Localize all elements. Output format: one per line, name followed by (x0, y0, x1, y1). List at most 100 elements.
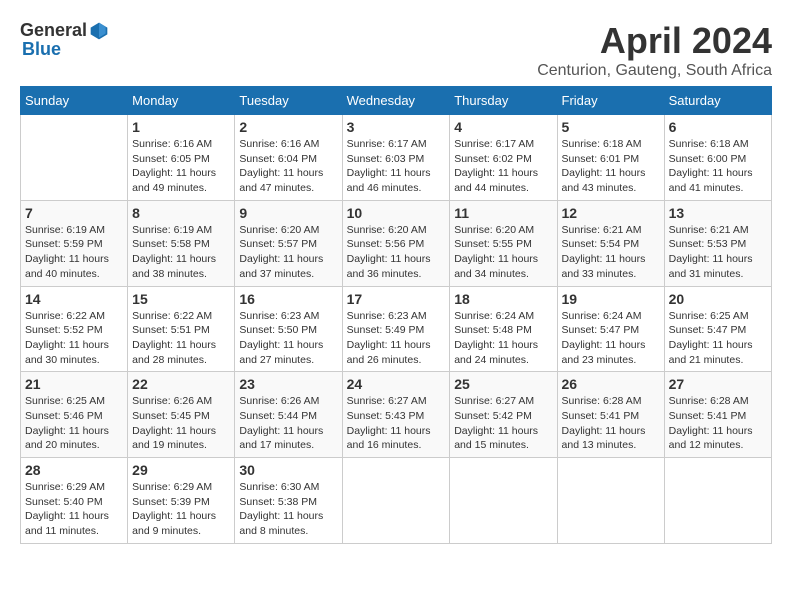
calendar-cell: 13 Sunrise: 6:21 AM Sunset: 5:53 PM Dayli… (664, 200, 771, 286)
day-number: 23 (239, 376, 337, 392)
calendar-table: SundayMondayTuesdayWednesdayThursdayFrid… (20, 86, 772, 544)
day-number: 18 (454, 291, 552, 307)
calendar-cell: 10Sunrise: 6:20 AM Sunset: 5:56 PM Dayli… (342, 200, 450, 286)
day-number: 9 (239, 205, 337, 221)
day-header-thursday: Thursday (450, 87, 557, 115)
week-row-5: 28Sunrise: 6:29 AM Sunset: 5:40 PM Dayli… (21, 458, 772, 544)
day-info: Sunrise: 6:26 AM Sunset: 5:45 PM Dayligh… (132, 394, 230, 453)
calendar-cell: 19 Sunrise: 6:24 AM Sunset: 5:47 PM Dayli… (557, 286, 664, 372)
day-header-saturday: Saturday (664, 87, 771, 115)
calendar-cell: 16 Sunrise: 6:23 AM Sunset: 5:50 PM Dayli… (235, 286, 342, 372)
calendar-cell: 6Sunrise: 6:18 AM Sunset: 6:00 PM Daylig… (664, 115, 771, 201)
day-number: 2 (239, 119, 337, 135)
day-header-sunday: Sunday (21, 87, 128, 115)
day-number: 26 (562, 376, 660, 392)
day-info: Sunrise: 6:21 AM Sunset: 5:53 PM Dayligh… (669, 223, 767, 282)
calendar-cell: 26 Sunrise: 6:28 AM Sunset: 5:41 PM Dayli… (557, 372, 664, 458)
day-header-wednesday: Wednesday (342, 87, 450, 115)
day-number: 14 (25, 291, 123, 307)
day-number: 11 (454, 205, 552, 221)
day-info: Sunrise: 6:16 AM Sunset: 6:05 PM Dayligh… (132, 137, 230, 196)
calendar-cell: 18 Sunrise: 6:24 AM Sunset: 5:48 PM Dayli… (450, 286, 557, 372)
day-info: Sunrise: 6:25 AM Sunset: 5:47 PM Dayligh… (669, 309, 767, 368)
day-info: Sunrise: 6:20 AM Sunset: 5:55 PM Dayligh… (454, 223, 552, 282)
calendar-cell: 23Sunrise: 6:26 AM Sunset: 5:44 PM Dayli… (235, 372, 342, 458)
calendar-cell: 27 Sunrise: 6:28 AM Sunset: 5:41 PM Dayli… (664, 372, 771, 458)
day-info: Sunrise: 6:30 AM Sunset: 5:38 PM Dayligh… (239, 480, 337, 539)
day-info: Sunrise: 6:20 AM Sunset: 5:56 PM Dayligh… (347, 223, 446, 282)
title-section: April 2024 Centurion, Gauteng, South Afr… (537, 20, 772, 80)
day-number: 4 (454, 119, 552, 135)
day-header-friday: Friday (557, 87, 664, 115)
calendar-cell (21, 115, 128, 201)
calendar-cell: 9Sunrise: 6:20 AM Sunset: 5:57 PM Daylig… (235, 200, 342, 286)
calendar-cell: 28Sunrise: 6:29 AM Sunset: 5:40 PM Dayli… (21, 458, 128, 544)
calendar-cell: 24Sunrise: 6:27 AM Sunset: 5:43 PM Dayli… (342, 372, 450, 458)
day-info: Sunrise: 6:17 AM Sunset: 6:02 PM Dayligh… (454, 137, 552, 196)
day-header-monday: Monday (128, 87, 235, 115)
calendar-cell: 7 Sunrise: 6:19 AM Sunset: 5:59 PM Daylig… (21, 200, 128, 286)
calendar-cell: 30 Sunrise: 6:30 AM Sunset: 5:38 PM Dayli… (235, 458, 342, 544)
day-number: 20 (669, 291, 767, 307)
day-number: 21 (25, 376, 123, 392)
day-number: 17 (347, 291, 446, 307)
day-number: 25 (454, 376, 552, 392)
logo: General Blue (20, 20, 109, 60)
day-number: 27 (669, 376, 767, 392)
day-info: Sunrise: 6:28 AM Sunset: 5:41 PM Dayligh… (562, 394, 660, 453)
day-info: Sunrise: 6:25 AM Sunset: 5:46 PM Dayligh… (25, 394, 123, 453)
calendar-cell (342, 458, 450, 544)
week-row-1: 1 Sunrise: 6:16 AM Sunset: 6:05 PM Daylig… (21, 115, 772, 201)
calendar-cell: 8 Sunrise: 6:19 AM Sunset: 5:58 PM Daylig… (128, 200, 235, 286)
day-info: Sunrise: 6:29 AM Sunset: 5:39 PM Dayligh… (132, 480, 230, 539)
day-info: Sunrise: 6:28 AM Sunset: 5:41 PM Dayligh… (669, 394, 767, 453)
location-text: Centurion, Gauteng, South Africa (537, 62, 772, 80)
calendar-cell: 14 Sunrise: 6:22 AM Sunset: 5:52 PM Dayli… (21, 286, 128, 372)
week-row-2: 7 Sunrise: 6:19 AM Sunset: 5:59 PM Daylig… (21, 200, 772, 286)
day-number: 3 (347, 119, 446, 135)
day-number: 29 (132, 462, 230, 478)
day-info: Sunrise: 6:23 AM Sunset: 5:50 PM Dayligh… (239, 309, 337, 368)
day-info: Sunrise: 6:16 AM Sunset: 6:04 PM Dayligh… (239, 137, 337, 196)
calendar-cell (450, 458, 557, 544)
calendar-cell (557, 458, 664, 544)
day-info: Sunrise: 6:19 AM Sunset: 5:58 PM Dayligh… (132, 223, 230, 282)
day-info: Sunrise: 6:22 AM Sunset: 5:51 PM Dayligh… (132, 309, 230, 368)
calendar-cell: 12 Sunrise: 6:21 AM Sunset: 5:54 PM Dayli… (557, 200, 664, 286)
calendar-cell: 3 Sunrise: 6:17 AM Sunset: 6:03 PM Daylig… (342, 115, 450, 201)
day-number: 13 (669, 205, 767, 221)
calendar-cell: 1 Sunrise: 6:16 AM Sunset: 6:05 PM Daylig… (128, 115, 235, 201)
day-info: Sunrise: 6:17 AM Sunset: 6:03 PM Dayligh… (347, 137, 446, 196)
day-header-row: SundayMondayTuesdayWednesdayThursdayFrid… (21, 87, 772, 115)
day-info: Sunrise: 6:27 AM Sunset: 5:43 PM Dayligh… (347, 394, 446, 453)
month-title: April 2024 (537, 20, 772, 62)
logo-blue-text: Blue (22, 39, 61, 60)
logo-icon (89, 21, 109, 41)
day-number: 16 (239, 291, 337, 307)
day-number: 12 (562, 205, 660, 221)
day-number: 7 (25, 205, 123, 221)
day-number: 19 (562, 291, 660, 307)
week-row-3: 14 Sunrise: 6:22 AM Sunset: 5:52 PM Dayli… (21, 286, 772, 372)
calendar-cell: 17Sunrise: 6:23 AM Sunset: 5:49 PM Dayli… (342, 286, 450, 372)
day-info: Sunrise: 6:18 AM Sunset: 6:01 PM Dayligh… (562, 137, 660, 196)
calendar-cell: 4 Sunrise: 6:17 AM Sunset: 6:02 PM Daylig… (450, 115, 557, 201)
calendar-cell: 22Sunrise: 6:26 AM Sunset: 5:45 PM Dayli… (128, 372, 235, 458)
day-info: Sunrise: 6:24 AM Sunset: 5:47 PM Dayligh… (562, 309, 660, 368)
calendar-cell: 25Sunrise: 6:27 AM Sunset: 5:42 PM Dayli… (450, 372, 557, 458)
calendar-cell: 29 Sunrise: 6:29 AM Sunset: 5:39 PM Dayli… (128, 458, 235, 544)
day-info: Sunrise: 6:24 AM Sunset: 5:48 PM Dayligh… (454, 309, 552, 368)
day-number: 15 (132, 291, 230, 307)
day-info: Sunrise: 6:21 AM Sunset: 5:54 PM Dayligh… (562, 223, 660, 282)
page-header: General Blue April 2024 Centurion, Gaute… (20, 20, 772, 80)
logo-general-text: General (20, 20, 87, 41)
day-number: 8 (132, 205, 230, 221)
day-info: Sunrise: 6:22 AM Sunset: 5:52 PM Dayligh… (25, 309, 123, 368)
day-number: 5 (562, 119, 660, 135)
calendar-cell: 20 Sunrise: 6:25 AM Sunset: 5:47 PM Dayli… (664, 286, 771, 372)
calendar-cell: 11 Sunrise: 6:20 AM Sunset: 5:55 PM Dayli… (450, 200, 557, 286)
day-number: 28 (25, 462, 123, 478)
day-number: 1 (132, 119, 230, 135)
day-number: 30 (239, 462, 337, 478)
day-info: Sunrise: 6:19 AM Sunset: 5:59 PM Dayligh… (25, 223, 123, 282)
